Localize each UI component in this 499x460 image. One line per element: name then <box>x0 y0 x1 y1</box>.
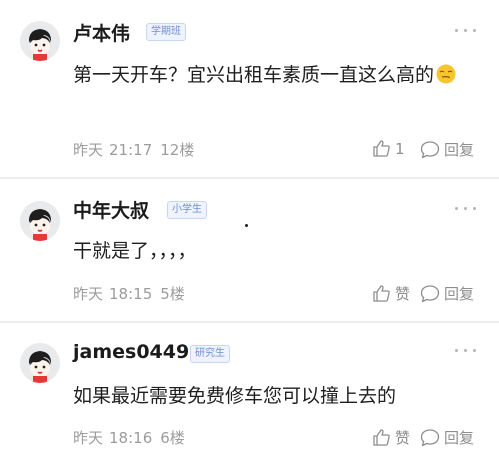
avatar[interactable] <box>20 201 60 241</box>
thumbs-up-icon <box>373 285 390 302</box>
smirk-emoji-icon <box>436 64 456 84</box>
comment-thread: 卢本伟 学期班 第一天开车？宜兴出租车素质一直这么高的 昨天 21:17 12楼 1 <box>0 0 499 460</box>
reply-label: 回复 <box>444 141 475 159</box>
comment-time: 18:15 <box>109 285 153 303</box>
speech-bubble-icon <box>420 285 440 303</box>
reply-button[interactable]: 回复 <box>420 283 474 304</box>
speech-bubble-icon <box>420 429 440 447</box>
more-dots-icon[interactable] <box>455 206 479 212</box>
like-label: 1 <box>395 139 405 158</box>
comment-date: 昨天 <box>73 141 104 159</box>
comment-text-content: 干就是了，，，， <box>73 240 197 262</box>
comment-text: 干就是了，，，， <box>73 235 483 267</box>
comment-text-content: 第一天开车？宜兴出租车素质一直这么高的 <box>73 64 435 86</box>
thumbs-up-icon <box>373 429 390 446</box>
comment-text: 如果最近需要免费修车您可以撞上去的 <box>73 380 483 412</box>
comment-meta: 昨天 18:15 5楼 <box>73 283 185 304</box>
comment-meta: 昨天 18:16 6楼 <box>73 427 185 448</box>
floor-number: 12楼 <box>160 141 195 159</box>
like-button[interactable]: 赞 <box>372 283 410 304</box>
user-level-badge: 小学生 <box>167 201 207 219</box>
user-level-badge: 学期班 <box>146 23 186 41</box>
username[interactable]: 中年大叔 <box>73 196 149 223</box>
comment-text-content: 如果最近需要免费修车您可以撞上去的 <box>73 385 397 407</box>
like-label: 赞 <box>395 429 411 447</box>
user-level-badge: 研究生 <box>190 345 230 363</box>
reply-label: 回复 <box>444 429 475 447</box>
avatar[interactable] <box>20 21 60 61</box>
avatar-face-icon <box>20 201 60 241</box>
floor-number: 6楼 <box>160 429 185 447</box>
like-button[interactable]: 赞 <box>372 427 410 448</box>
floor-number: 5楼 <box>160 285 185 303</box>
like-label: 赞 <box>395 285 411 303</box>
more-dots-icon[interactable] <box>455 348 479 354</box>
avatar-face-icon <box>20 343 60 383</box>
reply-button[interactable]: 回复 <box>420 427 474 448</box>
speech-bubble-icon <box>420 141 440 159</box>
comment-item: 卢本伟 学期班 第一天开车？宜兴出租车素质一直这么高的 昨天 21:17 12楼 1 <box>0 0 499 177</box>
username[interactable]: james0449 <box>73 341 189 363</box>
username[interactable]: 卢本伟 <box>73 19 130 46</box>
reply-button[interactable]: 回复 <box>420 139 474 160</box>
avatar-face-icon <box>20 21 60 61</box>
stray-dot <box>245 224 248 227</box>
thumbs-up-icon <box>373 140 390 157</box>
reply-label: 回复 <box>444 285 475 303</box>
comment-meta: 昨天 21:17 12楼 <box>73 139 194 160</box>
comment-date: 昨天 <box>73 429 104 447</box>
comment-date: 昨天 <box>73 285 104 303</box>
avatar[interactable] <box>20 343 60 383</box>
comment-text: 第一天开车？宜兴出租车素质一直这么高的 <box>73 59 483 91</box>
comment-time: 21:17 <box>109 141 153 159</box>
comment-item: james0449 研究生 如果最近需要免费修车您可以撞上去的 昨天 18:16 6… <box>0 323 499 460</box>
comment-time: 18:16 <box>109 429 153 447</box>
comment-item: 中年大叔 小学生 干就是了，，，， 昨天 18:15 5楼 赞 回复 <box>0 179 499 321</box>
like-button[interactable]: 1 <box>372 139 405 158</box>
more-dots-icon[interactable] <box>455 28 479 34</box>
